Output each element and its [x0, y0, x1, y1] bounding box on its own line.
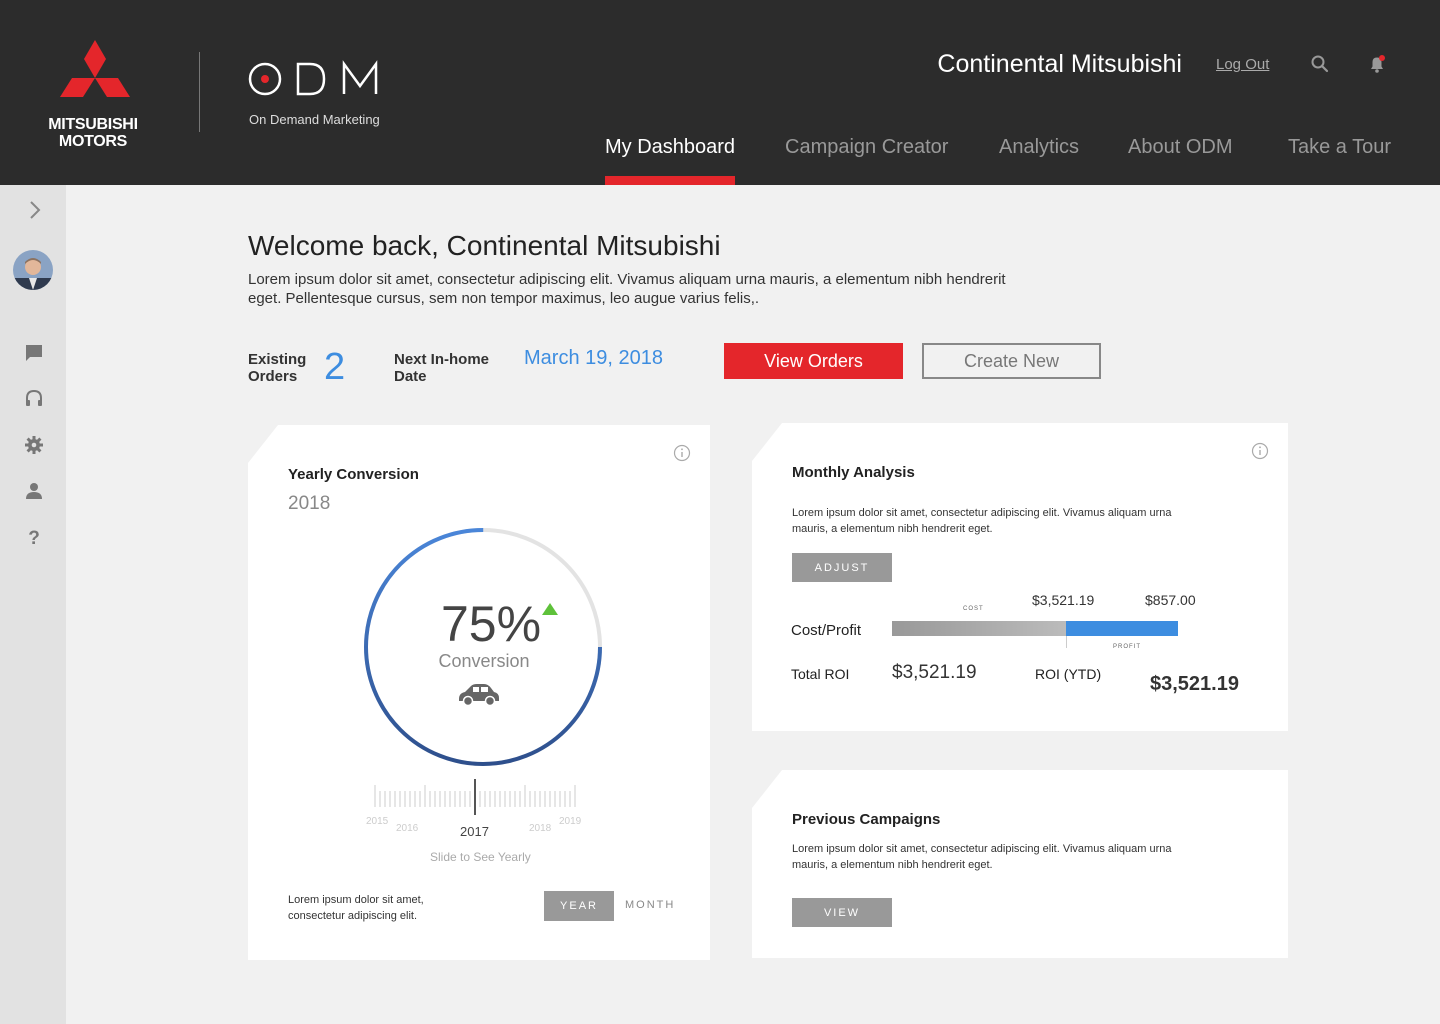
cost-tag: COST: [963, 606, 984, 612]
nav-analytics[interactable]: Analytics: [999, 136, 1079, 185]
card-corner: [752, 770, 782, 808]
welcome-description: Lorem ipsum dolor sit amet, consectetur …: [248, 271, 1006, 307]
profit-value: $857.00: [1145, 592, 1196, 608]
adjust-button[interactable]: ADJUST: [792, 553, 892, 582]
slider-year-label: 2015: [366, 816, 389, 827]
logout-link[interactable]: Log Out: [1216, 56, 1269, 73]
profit-tag: PROFIT: [1113, 644, 1141, 650]
next-inhome-date: March 19, 2018: [524, 347, 663, 369]
nav-my-dashboard[interactable]: My Dashboard: [605, 136, 736, 185]
view-campaigns-button[interactable]: VIEW: [792, 898, 892, 927]
info-icon[interactable]: [673, 444, 691, 462]
next-inhome-label: Next In-home Date: [394, 351, 490, 385]
top-header: MITSUBISHI MOTORS On Demand Marketing Co…: [0, 0, 1440, 185]
toggle-month-button[interactable]: MONTH: [625, 899, 675, 911]
yearly-conversion-card: Yearly Conversion 2018 75% Conversion 20…: [248, 425, 710, 960]
slider-year-label: 2016: [396, 823, 419, 834]
svg-text:?: ?: [28, 528, 40, 548]
create-new-button[interactable]: Create New: [922, 343, 1101, 379]
conversion-label: Conversion: [438, 651, 530, 671]
yearly-footer-text: Lorem ipsum dolor sit amet, consectetur …: [288, 894, 424, 922]
user-icon[interactable]: [23, 480, 45, 502]
slider-year-label: 2019: [559, 816, 582, 827]
roi-ytd-label: ROI (YTD): [1035, 666, 1102, 682]
nav-campaign-creator[interactable]: Campaign Creator: [785, 136, 948, 185]
odm-logo-icon[interactable]: [248, 60, 383, 100]
slider-year-label: 2018: [529, 823, 552, 834]
total-roi-value: $3,521.19: [892, 662, 977, 683]
selected-year: 2017: [460, 824, 489, 839]
help-icon[interactable]: ?: [23, 526, 45, 548]
cost-value: $3,521.19: [1032, 592, 1095, 608]
search-icon[interactable]: [1310, 54, 1330, 74]
profit-bar: [1066, 621, 1178, 636]
card-title: Yearly Conversion: [288, 466, 419, 483]
car-icon: [459, 684, 499, 707]
existing-orders-label: Existing Orders: [248, 351, 307, 385]
header-divider: [199, 52, 200, 132]
chevron-right-icon[interactable]: [23, 199, 45, 221]
card-year: 2018: [288, 493, 331, 514]
main-nav: My Dashboard Campaign Creator Analytics …: [0, 136, 1440, 185]
conversion-percent: 75%: [441, 596, 542, 652]
gear-icon[interactable]: [23, 434, 45, 456]
nav-about-odm[interactable]: About ODM: [1128, 136, 1232, 185]
card-corner: [248, 425, 278, 463]
card-title: Monthly Analysis: [792, 464, 915, 481]
avatar[interactable]: [13, 250, 53, 290]
monthly-description: Lorem ipsum dolor sit amet, consectetur …: [792, 507, 1172, 535]
view-orders-button[interactable]: View Orders: [724, 343, 903, 379]
dealer-name: Continental Mitsubishi: [937, 50, 1182, 78]
bell-icon[interactable]: [1367, 54, 1387, 74]
year-slider[interactable]: [373, 775, 578, 817]
total-roi-label: Total ROI: [791, 666, 850, 682]
sidebar: ?: [0, 185, 66, 1024]
roi-ytd-value: $3,521.19: [1150, 673, 1239, 695]
chat-icon[interactable]: [23, 342, 45, 364]
monthly-analysis-card: Monthly Analysis Lorem ipsum dolor sit a…: [752, 423, 1288, 731]
previous-description: Lorem ipsum dolor sit amet, consectetur …: [792, 843, 1172, 871]
product-tagline: On Demand Marketing: [249, 112, 380, 127]
bar-divider: [1066, 636, 1067, 648]
welcome-title: Welcome back, Continental Mitsubishi: [248, 230, 721, 261]
cost-profit-label: Cost/Profit: [791, 622, 862, 639]
existing-orders-count: 2: [324, 346, 346, 388]
nav-take-a-tour[interactable]: Take a Tour: [1288, 136, 1391, 185]
card-title: Previous Campaigns: [792, 811, 941, 828]
headset-icon[interactable]: [23, 388, 45, 410]
cost-bar: [892, 621, 1066, 636]
slide-hint: Slide to See Yearly: [430, 850, 531, 864]
mitsubishi-logo-icon[interactable]: [40, 40, 150, 110]
info-icon[interactable]: [1251, 442, 1269, 460]
previous-campaigns-card: Previous Campaigns Lorem ipsum dolor sit…: [752, 770, 1288, 958]
toggle-year-button[interactable]: YEAR: [544, 891, 614, 921]
trend-up-icon: [542, 603, 558, 615]
card-corner: [752, 423, 782, 461]
